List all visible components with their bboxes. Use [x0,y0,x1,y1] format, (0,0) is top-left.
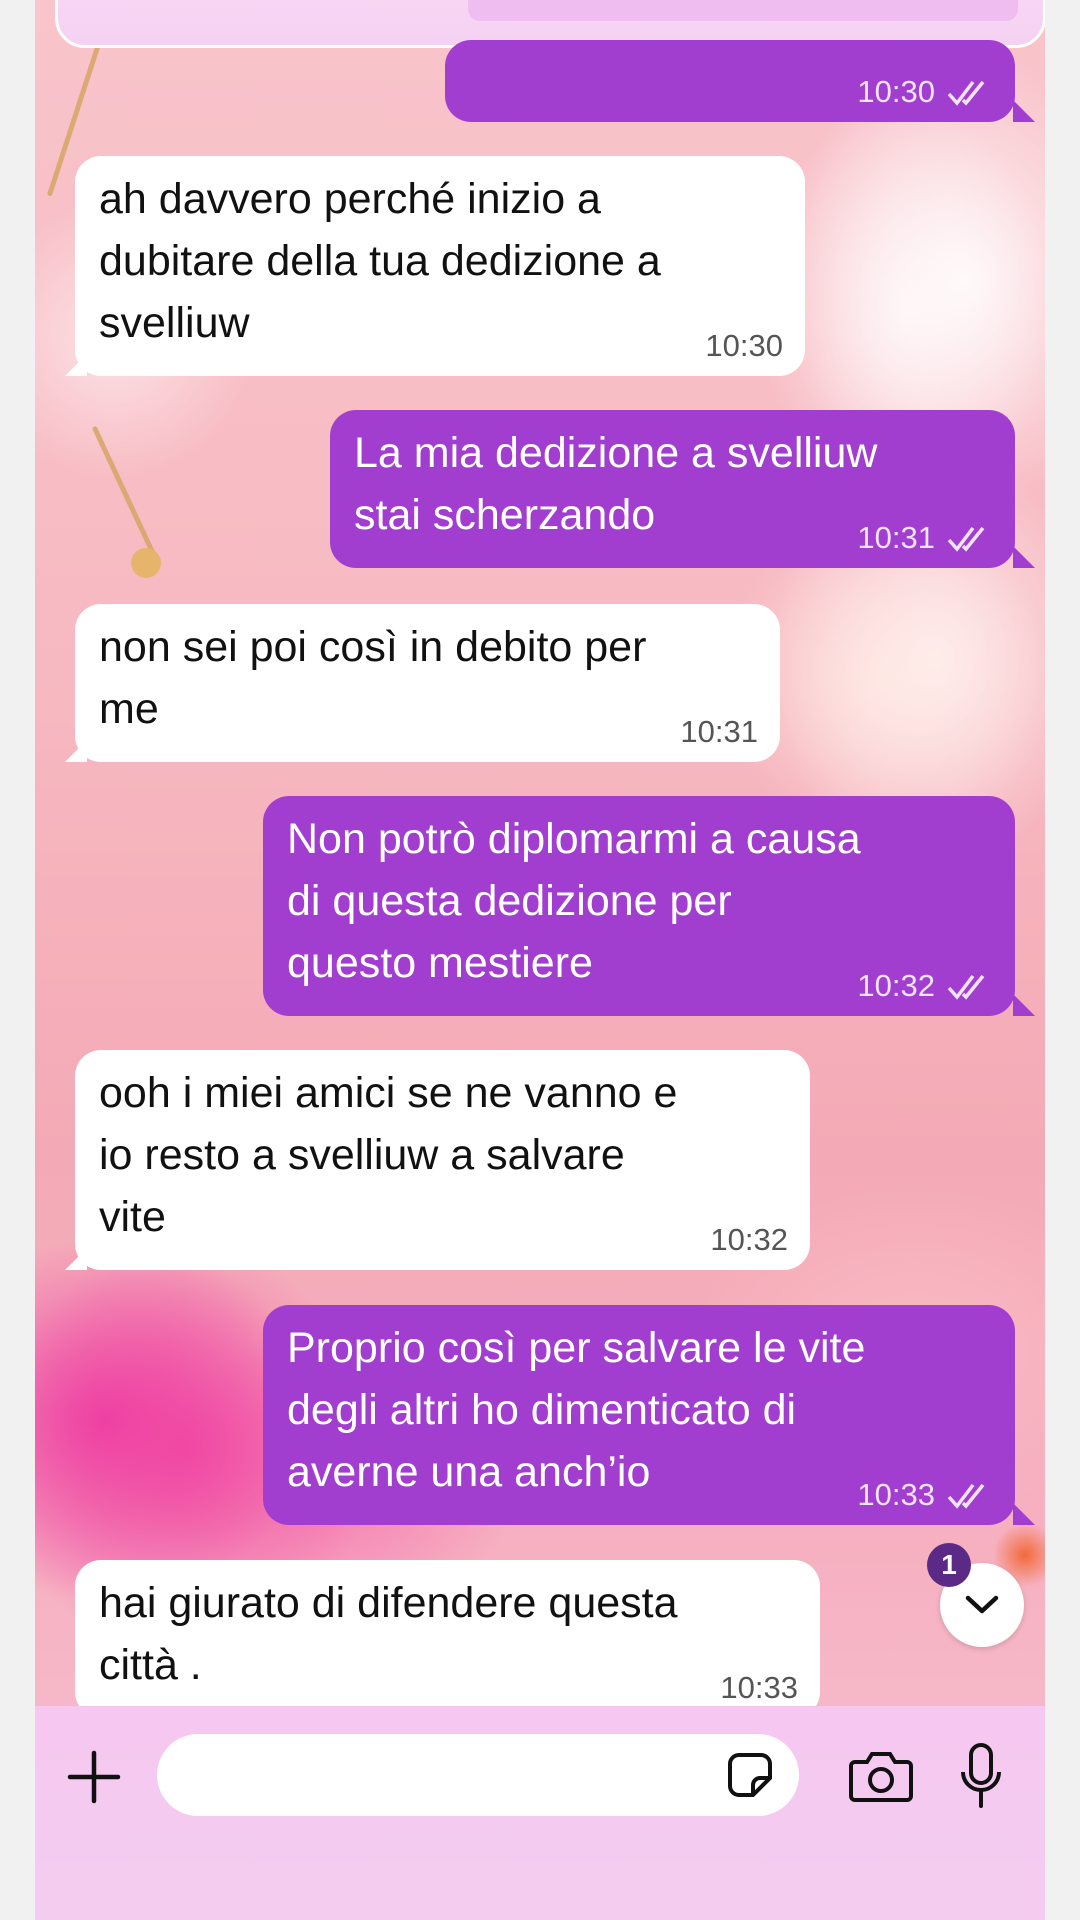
message-bubble-outgoing[interactable]: La mia dedizione a svelliuw stai scherza… [330,410,1015,568]
bubble-tail [65,740,87,762]
microphone-icon[interactable] [959,1742,1003,1810]
message-input[interactable] [157,1734,799,1816]
message-time: 10:30 [705,328,783,363]
chevron-down-icon [965,1595,999,1614]
sticker-icon[interactable] [725,1750,775,1800]
message-time: 10:31 [680,714,758,749]
message-time: 10:32 [857,968,935,1003]
message-text: Proprio così per salvare le vite degli a… [287,1324,866,1496]
bubble-tail [1013,546,1035,568]
bubble-tail [65,354,87,376]
message-time: 10:33 [720,1670,798,1705]
message-bubble-incoming[interactable]: ooh i miei amici se ne vanno e io resto … [75,1050,810,1270]
message-bubble-outgoing[interactable]: Proprio così per salvare le vite degli a… [263,1305,1015,1525]
camera-icon[interactable] [849,1748,913,1804]
bubble-tail [1013,100,1035,122]
bud-decoration [131,548,161,578]
message-time: 10:33 [857,1477,935,1512]
message-text: Non potrò diplomarmi a causa di questa d… [287,815,861,987]
message-bubble-outgoing[interactable]: Non potrò diplomarmi a causa di questa d… [263,796,1015,1016]
plus-icon[interactable] [67,1750,121,1804]
message-time: 10:30 [857,74,935,109]
chat-background: 10:30 ah davvero perché inizio a dubitar… [35,0,1045,1920]
message-bubble-incoming[interactable]: hai giurato di difendere questa città . … [75,1560,820,1718]
message-bubble-incoming[interactable]: non sei poi così in debito per me 10:31 [75,604,780,762]
message-text: hai giurato di difendere questa città . [99,1579,678,1689]
unread-count-badge: 1 [927,1543,971,1587]
read-receipt-icon [947,974,985,1000]
message-time: 10:32 [710,1222,788,1257]
bubble-tail [1013,994,1035,1016]
message-time: 10:31 [857,520,935,555]
message-text: ah davvero perché inizio a dubitare dell… [99,175,661,347]
message-composer [35,1706,1045,1920]
message-text: ooh i miei amici se ne vanno e io resto … [99,1069,678,1241]
bubble-tail [1013,1503,1035,1525]
preview-bubble [468,0,1018,21]
bubble-tail [65,1248,87,1270]
message-text: non sei poi così in debito per me [99,623,647,733]
message-bubble-incoming[interactable]: ah davvero perché inizio a dubitare dell… [75,156,805,376]
read-receipt-icon [947,1483,985,1509]
message-bubble-outgoing[interactable]: 10:30 [445,40,1015,122]
read-receipt-icon [947,526,985,552]
stem-decoration [91,425,156,555]
read-receipt-icon [947,80,985,106]
